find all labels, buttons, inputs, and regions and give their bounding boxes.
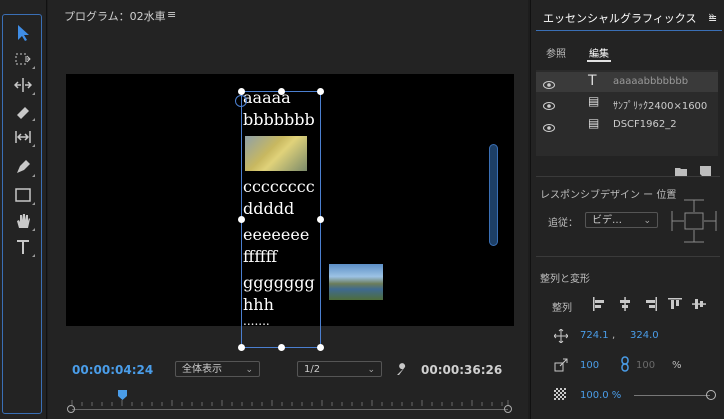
position-icon (553, 328, 569, 347)
resize-handle[interactable] (238, 88, 245, 95)
align-top-icon[interactable] (668, 296, 682, 315)
opacity-slider-handle[interactable] (706, 390, 716, 400)
resize-handle[interactable] (238, 216, 245, 223)
vertical-scrollbar[interactable] (489, 144, 498, 246)
section-divider (536, 176, 720, 177)
scale-width-value: 100 (636, 360, 656, 371)
panel-title-text: エッセンシャルグラフィックス (543, 12, 697, 25)
duration-timecode: 00:00:36:26 (421, 363, 503, 377)
zoom-select-value: 全体表示 (182, 364, 222, 375)
resize-handle[interactable] (278, 344, 285, 351)
program-monitor-title[interactable]: プログラム：02水車 (64, 8, 166, 24)
layer-list: T aaaaabbbbbbb ▤ ｻﾝﾌﾟﾘｯｸ2400×1600 ▤ DSCF… (536, 70, 718, 156)
layer-item[interactable]: ▤ DSCF1962_2 (536, 115, 718, 135)
scale-icon (554, 357, 568, 376)
follow-select[interactable]: ビデ… ⌄ (585, 212, 658, 228)
tools-panel (0, 0, 47, 419)
track-select-tool-icon[interactable] (10, 48, 36, 70)
selection-tool-icon[interactable] (10, 22, 36, 44)
position-y-value[interactable]: 324.0 (630, 330, 659, 341)
landscape-image-clip[interactable] (329, 264, 383, 300)
layer-item[interactable]: T aaaaabbbbbbb (536, 72, 718, 92)
position-separator: , (612, 330, 616, 341)
wrench-icon[interactable] (395, 362, 409, 381)
align-left-icon[interactable] (592, 296, 606, 315)
anchor-point-icon[interactable] (235, 95, 247, 107)
pin-to-edges-widget[interactable] (668, 198, 720, 244)
essential-graphics-title[interactable]: エッセンシャルグラフィックス ≡ (543, 10, 717, 26)
tab-edit[interactable]: 編集 (589, 45, 609, 60)
resolution-select-value: 1/2 (304, 364, 321, 375)
new-folder-icon[interactable] (675, 162, 687, 181)
resize-handle[interactable] (238, 344, 245, 351)
panel-overflow-icon[interactable]: » (708, 9, 715, 23)
ripple-edit-tool-icon[interactable] (10, 74, 36, 96)
scale-unit: % (672, 360, 682, 371)
ruler-track (72, 409, 508, 410)
opacity-value[interactable]: 100.0 % (580, 390, 621, 401)
follow-select-value: ビデ… (592, 215, 622, 226)
link-icon[interactable] (620, 356, 630, 376)
layer-name: aaaaabbbbbbb (613, 76, 689, 87)
in-point-handle[interactable] (67, 405, 75, 413)
pen-tool-icon[interactable] (10, 156, 36, 178)
chevron-down-icon: ⌄ (367, 365, 375, 375)
panel-menu-icon[interactable]: ≡ (167, 8, 176, 21)
clip-layer-icon: ▤ (588, 116, 600, 130)
tab-browse[interactable]: 参照 (546, 45, 566, 60)
responsive-design-section-title: レスポンシブデザイン ー 位置 (540, 190, 677, 201)
resolution-select[interactable]: 1/2 ⌄ (297, 361, 382, 377)
chevron-down-icon: ⌄ (245, 365, 253, 375)
eye-icon[interactable] (543, 119, 555, 138)
align-center-horizontal-icon[interactable] (618, 296, 632, 315)
text-layer-icon: T (588, 73, 597, 89)
section-divider (536, 256, 720, 257)
align-right-icon[interactable] (644, 296, 658, 315)
slip-tool-icon[interactable] (10, 126, 36, 148)
chevron-down-icon: ⌄ (643, 216, 651, 226)
align-and-transform-section-title: 整列と変形 (540, 274, 590, 285)
align-center-vertical-icon[interactable] (692, 296, 706, 315)
opacity-slider-track[interactable] (634, 395, 710, 396)
resize-handle[interactable] (278, 88, 285, 95)
eye-icon[interactable] (543, 97, 555, 116)
layer-name: DSCF1962_2 (613, 119, 677, 130)
follow-label: 追従： (548, 218, 578, 229)
new-layer-icon[interactable] (700, 162, 711, 181)
panel-title-underline (536, 30, 722, 31)
rectangle-tool-icon[interactable] (10, 184, 36, 206)
tab-edit-indicator (587, 60, 611, 62)
layer-item[interactable]: ▤ ｻﾝﾌﾟﾘｯｸ2400×1600 (536, 93, 718, 113)
time-ruler[interactable] (66, 392, 514, 416)
scale-value[interactable]: 100 (580, 360, 599, 371)
align-label: 整列 (552, 303, 572, 314)
resize-handle[interactable] (317, 216, 324, 223)
opacity-icon (554, 388, 566, 400)
text-bounding-box[interactable] (238, 88, 324, 351)
out-point-handle[interactable] (504, 405, 512, 413)
layer-name: ｻﾝﾌﾟﾘｯｸ2400×1600 (613, 101, 708, 112)
resize-handle[interactable] (317, 344, 324, 351)
hand-tool-icon[interactable] (10, 210, 36, 232)
resize-handle[interactable] (317, 88, 324, 95)
zoom-select[interactable]: 全体表示 ⌄ (175, 361, 260, 377)
clip-layer-icon: ▤ (588, 94, 600, 108)
current-timecode[interactable]: 00:00:04:24 (72, 363, 153, 377)
razor-tool-icon[interactable] (10, 100, 36, 122)
position-x-value[interactable]: 724.1 (580, 330, 609, 341)
type-tool-icon[interactable] (10, 236, 36, 258)
